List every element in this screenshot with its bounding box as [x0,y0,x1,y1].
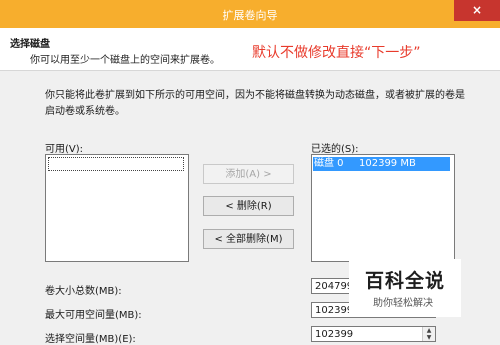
watermark: 百科全说 助你轻松解决 [349,259,461,317]
annotation-text: 默认不做修改直接“下一步” [252,45,421,61]
description-text: 你只能将此卷扩展到如下所示的可用空间，因为不能将磁盘转换为动态磁盘，或者被扩展的… [45,90,465,117]
focus-item [48,157,184,171]
wizard-header: 选择磁盘 你可以用至少一个磁盘上的空间来扩展卷。 默认不做修改直接“下一步” [0,28,500,71]
select-amount-label: 选择空间量(MB)(E): [45,334,136,345]
disk-name: 磁盘 0 [314,158,344,169]
page-subtitle: 你可以用至少一个磁盘上的空间来扩展卷。 [30,55,220,66]
spin-buttons[interactable]: ▲ ▼ [422,327,435,341]
available-list[interactable] [45,154,189,262]
list-item[interactable]: 磁盘 0 102399 MB [313,157,450,171]
selected-list[interactable]: 磁盘 0 102399 MB [311,154,455,262]
select-amount-stepper[interactable]: 102399 ▲ ▼ [311,326,436,342]
select-amount-value: 102399 [315,329,354,340]
available-label: 可用(V): [45,144,84,155]
title-bar: 扩展卷向导 × [0,0,500,28]
chevron-up-icon[interactable]: ▲ [423,327,435,334]
total-size-label: 卷大小总数(MB): [45,286,122,297]
selected-label: 已选的(S): [311,144,359,155]
remove-all-button[interactable]: < 全部删除(M) [203,229,294,249]
watermark-title: 百科全说 [365,270,446,292]
window-title: 扩展卷向导 [222,9,278,22]
page-title: 选择磁盘 [10,39,50,50]
chevron-down-icon[interactable]: ▼ [423,334,435,341]
add-button[interactable]: 添加(A) > [203,164,294,184]
watermark-subtitle: 助你轻松解决 [373,298,433,309]
close-button[interactable]: × [454,0,500,21]
max-available-label: 最大可用空间量(MB): [45,310,142,321]
remove-button[interactable]: < 删除(R) [203,196,294,216]
disk-size: 102399 MB [359,158,416,169]
